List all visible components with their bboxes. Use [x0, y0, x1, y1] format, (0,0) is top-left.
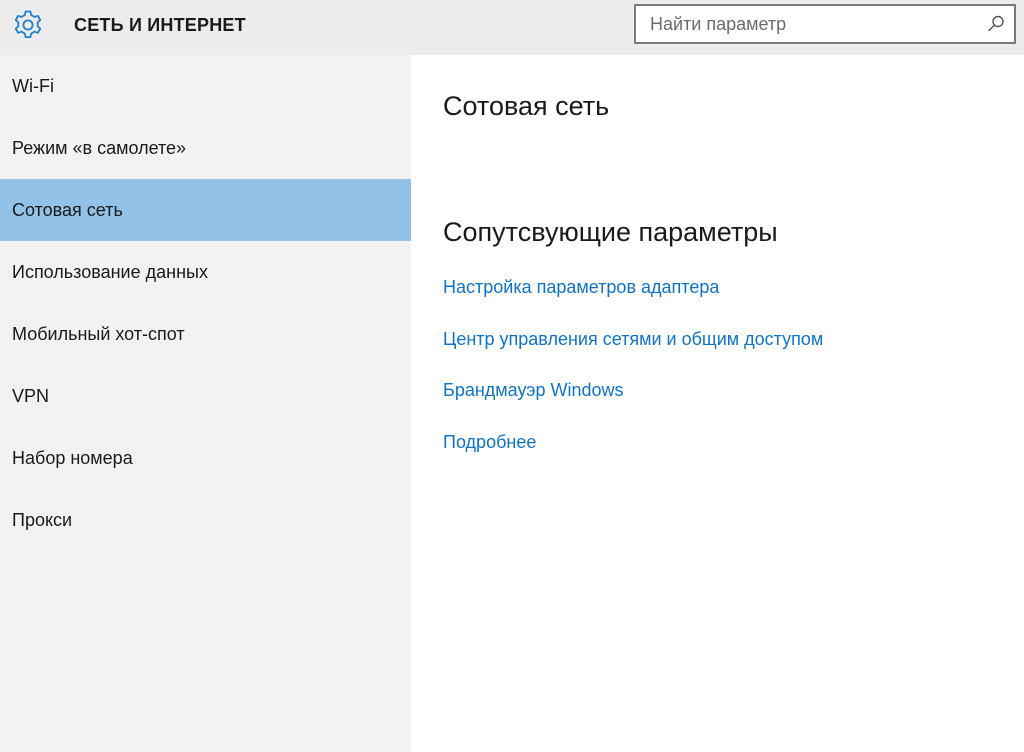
related-settings-title: Сопутсвующие параметры [443, 217, 778, 247]
sidebar-item-wifi[interactable]: Wi-Fi [0, 55, 411, 117]
search-box[interactable] [634, 4, 1016, 44]
content-pane: Сотовая сеть Сопутсвующие параметры Наст… [411, 55, 1024, 752]
network-sharing-center-link[interactable]: Центр управления сетями и общим доступом [443, 327, 823, 351]
page-title: Сотовая сеть [443, 91, 610, 121]
adapter-settings-link[interactable]: Настройка параметров адаптера [443, 275, 719, 299]
windows-firewall-link[interactable]: Брандмауэр Windows [443, 378, 623, 402]
sidebar-item-proxy[interactable]: Прокси [0, 489, 411, 551]
search-icon[interactable] [986, 14, 1006, 34]
sidebar-item-vpn[interactable]: VPN [0, 365, 411, 427]
header-bar: СЕТЬ И ИНТЕРНЕТ [0, 0, 1024, 55]
settings-window: СЕТЬ И ИНТЕРНЕТ Wi-Fi Режим «в самолете»… [0, 0, 1024, 752]
sidebar-item-data-usage[interactable]: Использование данных [0, 241, 411, 303]
sidebar-item-cellular[interactable]: Сотовая сеть [0, 179, 411, 241]
sidebar-item-mobile-hotspot[interactable]: Мобильный хот-спот [0, 303, 411, 365]
search-input[interactable] [636, 6, 976, 42]
more-info-link[interactable]: Подробнее [443, 430, 536, 454]
sidebar-item-dial-up[interactable]: Набор номера [0, 427, 411, 489]
gear-icon[interactable] [11, 8, 45, 42]
page-header-title: СЕТЬ И ИНТЕРНЕТ [74, 15, 246, 35]
sidebar-item-airplane-mode[interactable]: Режим «в самолете» [0, 117, 411, 179]
sidebar-nav: Wi-Fi Режим «в самолете» Сотовая сеть Ис… [0, 55, 411, 752]
